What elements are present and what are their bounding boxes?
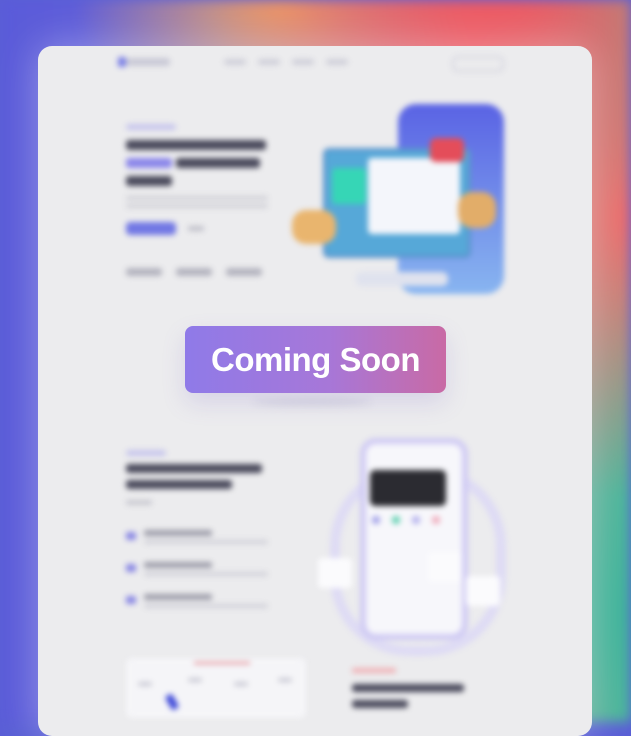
partner-logo	[126, 268, 162, 276]
feature-icon	[126, 564, 136, 572]
phone-app-dots	[372, 516, 440, 524]
diagram-line	[194, 662, 250, 664]
section-tag-placeholder	[352, 668, 396, 673]
nav-link	[326, 59, 348, 65]
hand-illustration	[458, 192, 496, 228]
nav-link	[292, 59, 314, 65]
logo-icon	[118, 57, 126, 67]
app-dot	[372, 516, 380, 524]
app-dot	[412, 516, 420, 524]
dashboard-card-illustration	[368, 158, 460, 234]
badge-shadow	[252, 398, 372, 406]
nav-links	[224, 59, 348, 65]
partner-logo	[176, 268, 212, 276]
side-card-illustration	[318, 558, 352, 588]
hero-tag-placeholder	[126, 124, 176, 130]
coming-soon-badge: Coming Soon	[185, 326, 446, 393]
section-tag-placeholder	[126, 450, 166, 456]
coming-soon-label: Coming Soon	[211, 340, 420, 378]
diagram-node	[234, 682, 248, 686]
hand-illustration	[292, 210, 336, 244]
diagram-node	[278, 678, 292, 682]
hero-title-placeholder	[126, 176, 172, 186]
phone-illustration	[360, 438, 468, 640]
hero-link-placeholder	[188, 226, 204, 231]
feature-icon	[126, 596, 136, 604]
diagram-node	[188, 678, 202, 682]
section-title-placeholder	[352, 700, 408, 708]
section-title-placeholder	[352, 684, 464, 692]
side-card-illustration	[428, 552, 462, 582]
feature-icon	[126, 532, 136, 540]
logo-placeholder	[118, 57, 170, 67]
feature-item	[126, 594, 276, 614]
nav-link	[258, 59, 280, 65]
diagram-node	[138, 682, 152, 686]
section-title-placeholder	[126, 480, 232, 489]
side-card-illustration	[466, 576, 500, 606]
hero-paragraph-placeholder	[126, 196, 268, 200]
red-block-illustration	[430, 138, 464, 162]
hero-button-placeholder	[126, 222, 176, 235]
diagram-card-placeholder	[126, 658, 306, 718]
app-dot	[432, 516, 440, 524]
feature-item	[126, 562, 276, 582]
nav-button-placeholder	[452, 56, 504, 72]
partner-logo	[226, 268, 262, 276]
illustration-bar	[356, 272, 448, 286]
app-dot	[392, 516, 400, 524]
feature-item	[126, 530, 276, 550]
hero-title-accent-placeholder	[126, 158, 172, 168]
hero-title-placeholder	[176, 158, 260, 168]
green-block-illustration	[332, 168, 366, 204]
partner-logos	[126, 268, 262, 276]
nav-link	[224, 59, 246, 65]
hero-title-placeholder	[126, 140, 266, 150]
phone-media-placeholder	[370, 470, 446, 506]
section-title-placeholder	[126, 464, 262, 473]
section-subtitle-placeholder	[126, 500, 152, 505]
